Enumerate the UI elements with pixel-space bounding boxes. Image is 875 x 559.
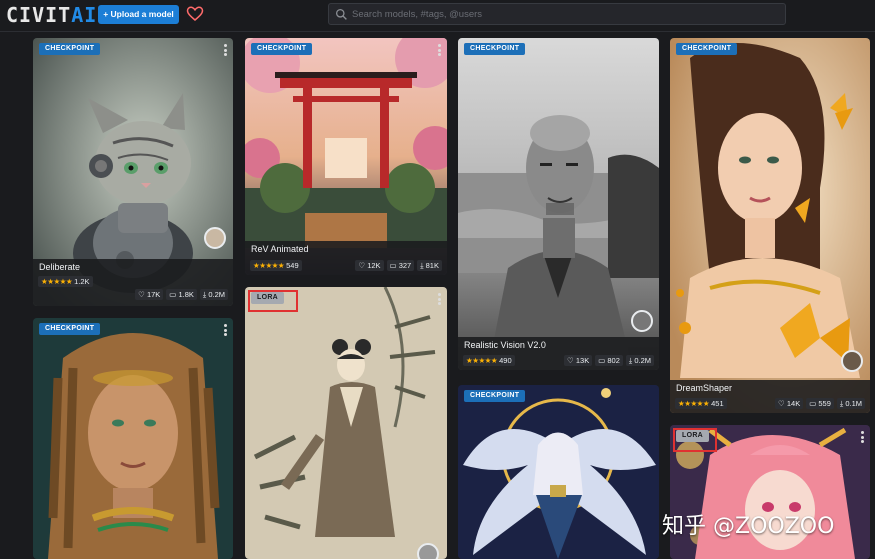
likes-count: 17K — [146, 290, 161, 299]
downloads-count: 81K — [425, 261, 439, 270]
card-info-panel: Realistic Vision V2.0 ★★★★★ 490 ♡ 13K ▭ 80… — [458, 337, 659, 370]
card-image — [670, 38, 870, 413]
rating: ★★★★★ 549 — [250, 260, 302, 271]
creator-avatar[interactable] — [417, 543, 439, 559]
card-image — [33, 318, 233, 559]
model-stats: ♡ 13K ▭ 802 ⤓ 0.2M — [561, 355, 654, 366]
likes-count: 14K — [786, 399, 801, 408]
comment-icon: ▭ — [809, 399, 819, 408]
likes-count: 12K — [367, 261, 381, 270]
model-card-dreamshaper[interactable]: CHECKPOINT DreamShaper ★★★★★ 451 ♡ 14K ▭ 5… — [670, 38, 870, 413]
comments-count: 1.8K — [178, 290, 194, 299]
model-card-deliberate[interactable]: CHECKPOINT Deliberate ★★★★★ 1.2K ♡ 17K ▭ 1… — [33, 38, 233, 306]
rating: ★★★★★ 490 — [463, 355, 515, 366]
likes-stat: ♡ 17K — [135, 289, 164, 300]
model-type-badge: CHECKPOINT — [464, 390, 526, 402]
likes-stat: ♡ 12K — [355, 260, 384, 271]
rating-count: 1.2K — [74, 277, 90, 286]
creator-avatar[interactable] — [631, 310, 653, 332]
civitai-logo[interactable]: CIVITAI — [6, 4, 97, 26]
star-rating-icon: ★★★★★ — [678, 399, 710, 408]
card-image — [458, 385, 659, 559]
comment-icon: ▭ — [598, 356, 608, 365]
search-bar — [328, 3, 786, 25]
model-card-anime-angel[interactable]: CHECKPOINT — [458, 385, 659, 559]
comments-stat: ▭ 559 — [806, 398, 834, 409]
model-title: DreamShaper — [676, 383, 733, 393]
downloads-stat: ⤓ 0.2M — [625, 355, 654, 366]
heart-icon[interactable] — [186, 5, 204, 23]
star-rating-icon: ★★★★★ — [41, 277, 73, 286]
logo-text: CIVIT — [6, 3, 72, 27]
card-image — [245, 287, 447, 559]
model-type-badge: CHECKPOINT — [39, 323, 101, 335]
creator-avatar[interactable] — [204, 227, 226, 249]
heart-icon: ♡ — [138, 290, 147, 299]
rating-count: 451 — [711, 399, 724, 408]
downloads-count: 0.2M — [634, 356, 651, 365]
comments-count: 802 — [607, 356, 620, 365]
rating-count: 549 — [286, 261, 299, 270]
more-options-icon[interactable] — [861, 431, 864, 443]
rating: ★★★★★ 1.2K — [38, 276, 93, 287]
watermark-text: 知乎 @ZOOZOO — [662, 514, 835, 539]
card-image — [458, 38, 659, 370]
model-stats: ♡ 12K ▭ 327 ⤓ 81K — [352, 260, 442, 271]
comments-count: 559 — [818, 399, 831, 408]
model-card-realistic-vision[interactable]: CHECKPOINT Realistic Vision V2.0 ★★★★★ 49… — [458, 38, 659, 370]
downloads-count: 0.1M — [845, 399, 862, 408]
star-rating-icon: ★★★★★ — [253, 261, 285, 270]
star-rating-icon: ★★★★★ — [466, 356, 498, 365]
more-options-icon[interactable] — [224, 44, 227, 56]
logo-accent-text: AI — [71, 3, 98, 27]
heart-icon: ♡ — [778, 399, 787, 408]
search-icon — [335, 8, 347, 20]
downloads-count: 0.2M — [208, 290, 225, 299]
search-input[interactable] — [352, 4, 772, 24]
top-navigation-bar: CIVITAI + Upload a model — [0, 0, 875, 32]
comments-stat: ▭ 327 — [386, 260, 415, 271]
model-type-badge: CHECKPOINT — [676, 43, 738, 55]
rating-count: 490 — [499, 356, 512, 365]
creator-avatar[interactable] — [841, 350, 863, 372]
likes-stat: ♡ 14K — [775, 398, 804, 409]
more-options-icon[interactable] — [438, 293, 441, 305]
more-options-icon[interactable] — [224, 324, 227, 336]
lora-badge-highlight — [673, 428, 717, 452]
model-title: Deliberate — [39, 262, 81, 272]
likes-count: 13K — [575, 356, 590, 365]
model-card-rev-animated[interactable]: CHECKPOINT ReV Animated ★★★★★ 549 ♡ 12K ▭ … — [245, 38, 447, 275]
comments-count: 327 — [398, 261, 412, 270]
downloads-stat: ⤓ 0.1M — [836, 398, 865, 409]
heart-icon: ♡ — [358, 261, 368, 270]
card-image — [245, 38, 447, 275]
model-card-portrait-braids[interactable]: CHECKPOINT — [33, 318, 233, 559]
model-type-badge: CHECKPOINT — [39, 43, 101, 55]
model-title: Realistic Vision V2.0 — [464, 340, 546, 350]
model-title: ReV Animated — [251, 244, 309, 254]
model-type-badge: CHECKPOINT — [251, 43, 313, 55]
downloads-stat: ⤓ 81K — [417, 260, 442, 271]
downloads-stat: ⤓ 0.2M — [199, 289, 228, 300]
heart-icon: ♡ — [567, 356, 576, 365]
model-stats: ♡ 17K ▭ 1.8K ⤓ 0.2M — [132, 289, 228, 300]
lora-badge-highlight — [248, 290, 298, 312]
card-info-panel: DreamShaper ★★★★★ 451 ♡ 14K ▭ 559 ⤓ 0.1M — [670, 380, 870, 413]
upload-model-button[interactable]: + Upload a model — [98, 5, 179, 24]
comments-stat: ▭ 802 — [595, 355, 623, 366]
rating: ★★★★★ 451 — [675, 398, 727, 409]
likes-stat: ♡ 13K — [564, 355, 593, 366]
card-info-panel: ReV Animated ★★★★★ 549 ♡ 12K ▭ 327 ⤓ 81K — [245, 241, 447, 275]
comments-stat: ▭ 1.8K — [166, 289, 197, 300]
model-card-ink-painting[interactable]: LORA — [245, 287, 447, 559]
more-options-icon[interactable] — [438, 44, 441, 56]
comment-icon: ▭ — [389, 261, 399, 270]
model-stats: ♡ 14K ▭ 559 ⤓ 0.1M — [772, 398, 865, 409]
card-info-panel: Deliberate ★★★★★ 1.2K ♡ 17K ▭ 1.8K ⤓ 0.2M — [33, 259, 233, 306]
model-type-badge: CHECKPOINT — [464, 43, 526, 55]
